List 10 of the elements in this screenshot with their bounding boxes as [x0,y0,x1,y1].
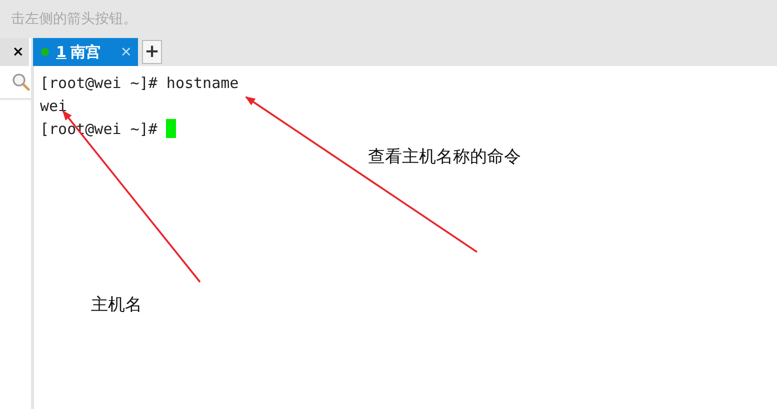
annotation-text: 查看主机名称的命令 [368,146,521,168]
terminal-line: [root@wei ~]# hostname [40,74,239,92]
session-tab[interactable]: 1 南宫 × [33,38,138,66]
annotation-text: 主机名 [91,294,142,316]
hint-text: 击左侧的箭头按钮。 [11,10,137,28]
search-icon[interactable] [12,73,30,91]
terminal-line: wei [40,96,68,114]
close-icon[interactable]: × [12,44,24,60]
session-tab[interactable]: × [0,38,31,66]
new-tab-button[interactable]: + [142,40,162,64]
